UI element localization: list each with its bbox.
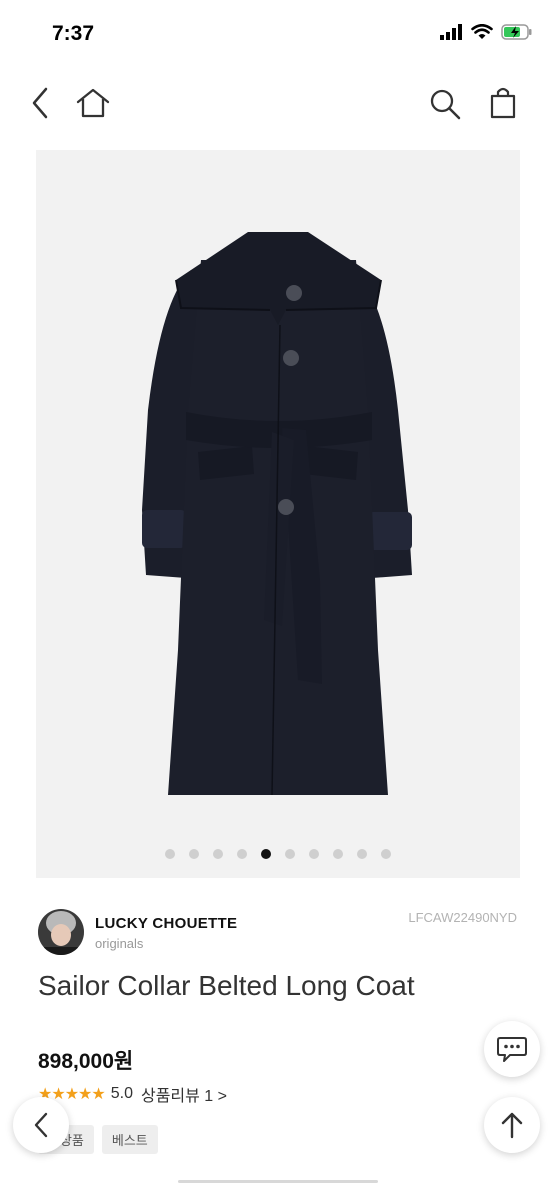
chat-bubble-icon [497, 1037, 527, 1062]
bottom-sheet-handle [178, 1180, 378, 1183]
carousel-dot[interactable] [260, 849, 271, 859]
tag-best: 베스트 [101, 1125, 158, 1154]
product-image[interactable] [36, 150, 520, 878]
rating-row[interactable]: ★★★★★ 5.0 상품리뷰 1 > [38, 1082, 227, 1106]
carousel-dot[interactable] [380, 849, 391, 859]
coat-illustration [142, 232, 412, 796]
home-button[interactable] [74, 84, 112, 122]
product-sku: LFCAW22490NYD [408, 910, 517, 925]
wifi-icon [471, 24, 493, 39]
back-button[interactable] [24, 84, 56, 122]
scroll-top-button[interactable] [484, 1097, 540, 1153]
brand-subtitle: originals [95, 936, 144, 951]
rating-value: 5.0 [110, 1085, 133, 1102]
carousel-dot[interactable] [212, 849, 223, 859]
carousel-dots[interactable] [0, 849, 555, 859]
carousel-dot[interactable] [356, 849, 367, 859]
search-icon [430, 89, 461, 120]
chevron-left-icon [34, 1112, 48, 1138]
status-time: 7:37 [52, 22, 95, 45]
review-link[interactable]: 상품리뷰 1 > [141, 1082, 227, 1106]
brand-name[interactable]: LUCKY CHOUETTE [95, 915, 237, 932]
carousel-dot[interactable] [308, 849, 319, 859]
battery-charging-icon [501, 24, 532, 40]
product-title: Sailor Collar Belted Long Coat [38, 970, 415, 1001]
carousel-dot[interactable] [332, 849, 343, 859]
carousel-dot[interactable] [164, 849, 175, 859]
signal-icon [440, 24, 462, 40]
chat-button[interactable] [484, 1021, 540, 1077]
brand-avatar[interactable] [38, 909, 84, 955]
arrow-up-icon [501, 1112, 523, 1139]
search-button[interactable] [426, 86, 464, 122]
shopping-bag-button[interactable] [486, 84, 520, 122]
carousel-dot[interactable] [284, 849, 295, 859]
shopping-bag-icon [490, 87, 516, 119]
product-price: 898,000원 [38, 1050, 134, 1073]
floating-back-button[interactable] [13, 1097, 69, 1153]
chevron-left-icon [32, 87, 48, 119]
avatar-image [38, 909, 84, 955]
status-icons [439, 24, 533, 40]
carousel-dot[interactable] [236, 849, 247, 859]
carousel-dot[interactable] [188, 849, 199, 859]
home-icon [76, 88, 110, 118]
